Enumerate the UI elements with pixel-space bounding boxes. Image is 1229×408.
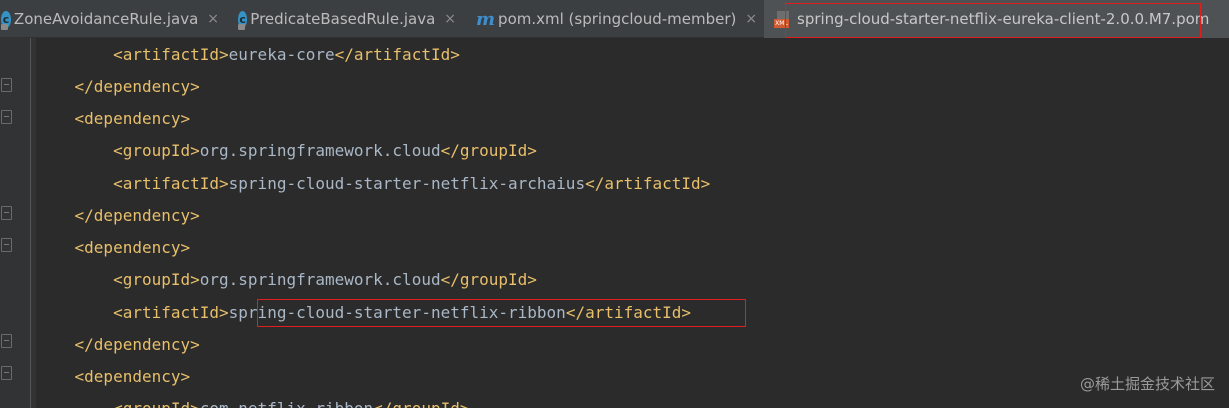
fold-marker-icon[interactable] [1,206,12,220]
watermark: @稀土掘金技术社区 [1079,375,1215,393]
code-line: <dependency> [74,238,191,257]
code-line: <groupId>org.springframework.cloud</grou… [113,141,537,160]
fold-marker-icon[interactable] [1,110,12,124]
java-class-icon: c [238,10,248,30]
tab-highlight-box [785,3,1201,38]
fold-marker-icon[interactable] [1,334,12,348]
code-line: </dependency> [74,335,200,354]
close-icon[interactable]: × [444,11,456,27]
fold-marker-icon[interactable] [1,238,12,252]
code-line: <groupId>org.springframework.cloud</grou… [113,270,537,289]
code-line: <dependency> [74,367,191,386]
code-highlight-box [257,299,746,327]
gutter-divider [30,38,31,408]
tab-zone-avoidance-rule[interactable]: c ZoneAvoidanceRule.java × [0,0,227,38]
tab-predicate-based-rule[interactable]: c PredicateBasedRule.java × [227,0,464,38]
close-icon[interactable]: × [207,11,219,27]
code-editor[interactable]: <artifactId>eureka-core</artifactId> </d… [36,38,1229,408]
editor-gutter [0,38,36,408]
code-line: <artifactId>eureka-core</artifactId> [113,45,460,64]
fold-marker-icon[interactable] [1,366,12,380]
java-class-icon: c [1,10,11,30]
tab-label: ZoneAvoidanceRule.java [13,10,199,28]
fold-marker-icon[interactable] [1,78,12,92]
tab-label: PredicateBasedRule.java [250,10,436,28]
code-line: <groupId>com.netflix.ribbon</groupId> [36,393,469,408]
code-line: </dependency> [74,77,200,96]
code-line: </dependency> [74,206,200,225]
close-icon[interactable]: × [745,11,757,27]
code-line: <dependency> [74,109,191,128]
code-line: <artifactId>spring-cloud-starter-netflix… [113,174,711,193]
tab-label: pom.xml (springcloud-member) [498,10,737,28]
maven-icon: m [476,8,496,30]
tab-pom-xml[interactable]: m pom.xml (springcloud-member) × [464,0,764,38]
